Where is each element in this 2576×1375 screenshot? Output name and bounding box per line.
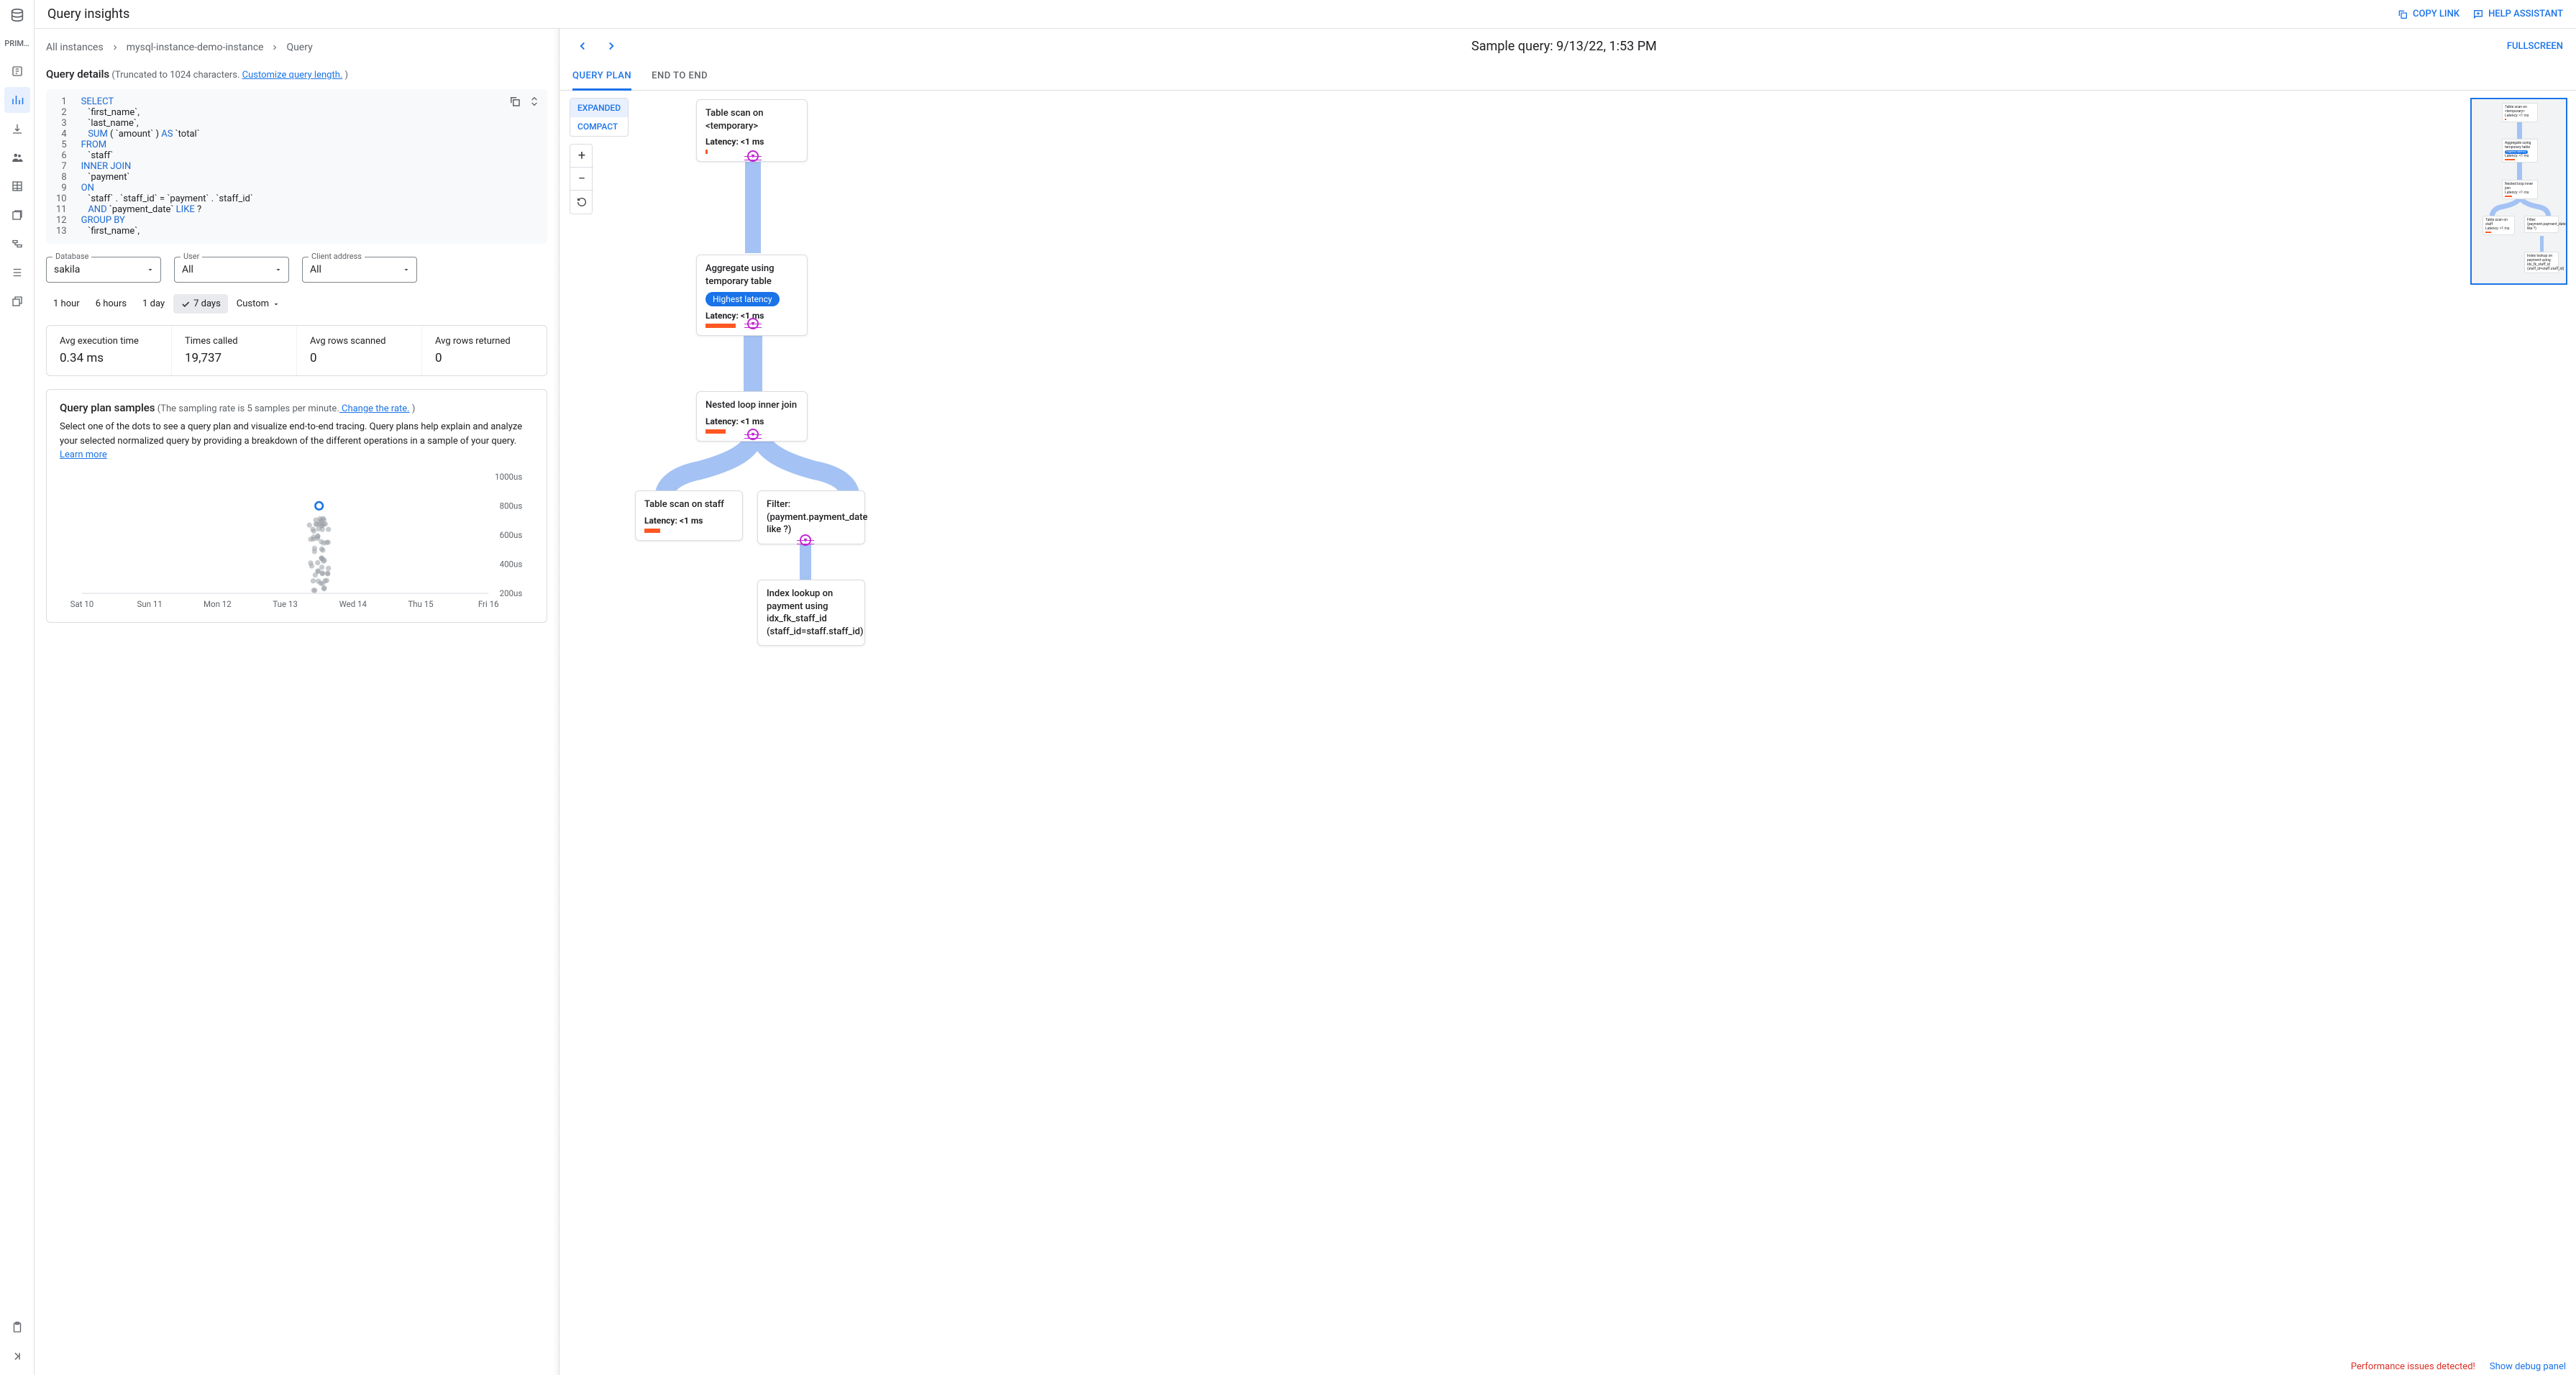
breadcrumb-item[interactable]: mysql-instance-demo-instance [127, 42, 264, 53]
fullscreen-button[interactable]: FULLSCREEN [2507, 41, 2563, 52]
scatter-chart[interactable]: 200us 400us 600us 800us 1000us Sat 10 Sun 11 Mo… [67, 472, 534, 616]
svg-text:Mon 12: Mon 12 [204, 598, 232, 608]
svg-text:600us: 600us [500, 530, 523, 540]
query-plan-pane: Sample query: 9/13/22, 1:53 PM FULLSCREE… [559, 29, 2576, 1375]
chevron-right-icon [111, 43, 119, 52]
edge-knob-icon[interactable]: ▾ [747, 150, 759, 162]
svg-text:200us: 200us [500, 588, 523, 598]
stat-cell: Avg rows returned0 [422, 326, 547, 375]
code-gutter: 12345678910111213 [56, 96, 81, 237]
page-title: Query insights [47, 6, 129, 22]
plan-graph[interactable]: ▾ ▾ ▾ ▾ Tabl [559, 91, 2576, 1375]
left-sidebar: PRIM… [0, 0, 35, 1375]
svg-text:Fri 16: Fri 16 [478, 598, 499, 608]
nav-import-icon[interactable] [4, 116, 30, 142]
query-details-pane: All instances mysql-instance-demo-instan… [35, 29, 559, 1375]
nav-users-icon[interactable] [4, 145, 30, 170]
svg-text:800us: 800us [500, 501, 523, 511]
minimap[interactable]: Table scan on <temporary>Latency: <1 ms … [2470, 98, 2567, 285]
prev-sample-button[interactable] [572, 36, 593, 56]
chevron-down-icon [402, 265, 411, 274]
zoom-controls: + − [570, 144, 593, 214]
breadcrumb-item[interactable]: Query [286, 42, 312, 53]
nav-insights-icon[interactable] [4, 87, 30, 113]
change-rate-link[interactable]: Change the rate. [339, 403, 410, 414]
time-tab[interactable]: 1 day [135, 294, 172, 314]
tab-query-plan[interactable]: QUERY PLAN [572, 63, 631, 91]
time-tab[interactable]: 1 hour [46, 294, 87, 314]
plan-node[interactable]: Index lookup on payment using idx_fk_sta… [757, 580, 865, 646]
expand-code-icon[interactable] [529, 95, 540, 108]
chevron-right-icon [270, 43, 279, 52]
project-label[interactable]: PRIM… [4, 39, 29, 48]
reset-zoom-button[interactable] [570, 191, 593, 214]
query-plan-samples-card: Query plan samples (The sampling rate is… [46, 389, 547, 623]
stat-cell: Times called19,737 [172, 326, 297, 375]
expanded-toggle[interactable]: EXPANDED [570, 99, 628, 117]
performance-alert: Performance issues detected! [2351, 1361, 2475, 1372]
database-filter[interactable]: Database sakila [46, 257, 161, 283]
tab-end-to-end[interactable]: END TO END [652, 63, 708, 90]
nav-tables-icon[interactable] [4, 173, 30, 199]
svg-text:1000us: 1000us [495, 472, 522, 482]
nav-replica-icon[interactable] [4, 231, 30, 257]
stats-row: Avg execution time0.34 msTimes called19,… [46, 325, 547, 376]
svg-text:Tue 13: Tue 13 [273, 598, 298, 608]
sql-code-block: 12345678910111213 SELECT `first_name`, `… [46, 89, 547, 244]
svg-text:Wed 14: Wed 14 [339, 598, 367, 608]
topbar: Query insights COPY LINK HELP ASSISTANT [35, 0, 2576, 29]
user-filter[interactable]: User All [174, 257, 289, 283]
query-details-title: Query details [46, 68, 109, 81]
time-range-tabs: 1 hour6 hours1 day7 daysCustom [46, 294, 547, 314]
nav-operations-icon[interactable] [4, 260, 30, 285]
help-button[interactable]: HELP ASSISTANT [2472, 9, 2563, 20]
samples-title: Query plan samples [60, 401, 155, 414]
nav-expand-icon[interactable] [4, 1343, 30, 1369]
customize-query-length-link[interactable]: Customize query length. [242, 70, 343, 81]
zoom-in-button[interactable]: + [570, 145, 593, 168]
breadcrumb-item[interactable]: All instances [46, 42, 104, 53]
client-address-filter[interactable]: Client address All [302, 257, 417, 283]
time-tab[interactable]: 7 days [173, 294, 228, 314]
chevron-down-icon [146, 265, 155, 274]
svg-text:Sat 10: Sat 10 [70, 598, 94, 608]
time-tab-custom[interactable]: Custom [229, 294, 288, 314]
nav-clipboard-icon[interactable] [4, 1315, 30, 1340]
show-debug-link[interactable]: Show debug panel [2490, 1361, 2566, 1372]
view-mode-toggle: EXPANDED COMPACT [570, 98, 629, 137]
compact-toggle[interactable]: COMPACT [570, 117, 628, 136]
sample-query-title: Sample query: 9/13/22, 1:53 PM [630, 39, 2498, 54]
nav-overview-icon[interactable] [4, 58, 30, 84]
copy-link-label: COPY LINK [2413, 9, 2459, 19]
help-label: HELP ASSISTANT [2488, 9, 2563, 19]
stat-cell: Avg rows scanned0 [297, 326, 422, 375]
time-tab[interactable]: 6 hours [88, 294, 134, 314]
copy-link-button[interactable]: COPY LINK [2397, 9, 2459, 20]
svg-text:Sun 11: Sun 11 [137, 598, 162, 608]
svg-text:Thu 15: Thu 15 [408, 598, 434, 608]
svg-text:400us: 400us [500, 559, 523, 569]
stat-cell: Avg execution time0.34 ms [47, 326, 172, 375]
learn-more-link[interactable]: Learn more [60, 449, 107, 460]
breadcrumb: All instances mysql-instance-demo-instan… [46, 42, 547, 53]
zoom-out-button[interactable]: − [570, 168, 593, 191]
edge-knob-icon[interactable]: ▾ [800, 534, 811, 546]
plan-node[interactable]: Table scan on staff Latency: <1 ms [635, 490, 743, 541]
next-sample-button[interactable] [601, 36, 621, 56]
product-logo-icon [9, 7, 25, 26]
copy-code-icon[interactable] [508, 95, 521, 108]
nav-backups-icon[interactable] [4, 202, 30, 228]
edge-knob-icon[interactable]: ▾ [747, 429, 759, 440]
truncated-note: (Truncated to 1024 characters. Customize… [111, 70, 348, 81]
nav-settings-icon[interactable] [4, 288, 30, 314]
plan-node[interactable]: Filter: (payment.payment_date like ?) [757, 490, 865, 544]
edge-knob-icon[interactable]: ▾ [747, 318, 759, 329]
code-lines: SELECT `first_name`, `last_name`, SUM ( … [81, 96, 253, 237]
chevron-down-icon [274, 265, 283, 274]
